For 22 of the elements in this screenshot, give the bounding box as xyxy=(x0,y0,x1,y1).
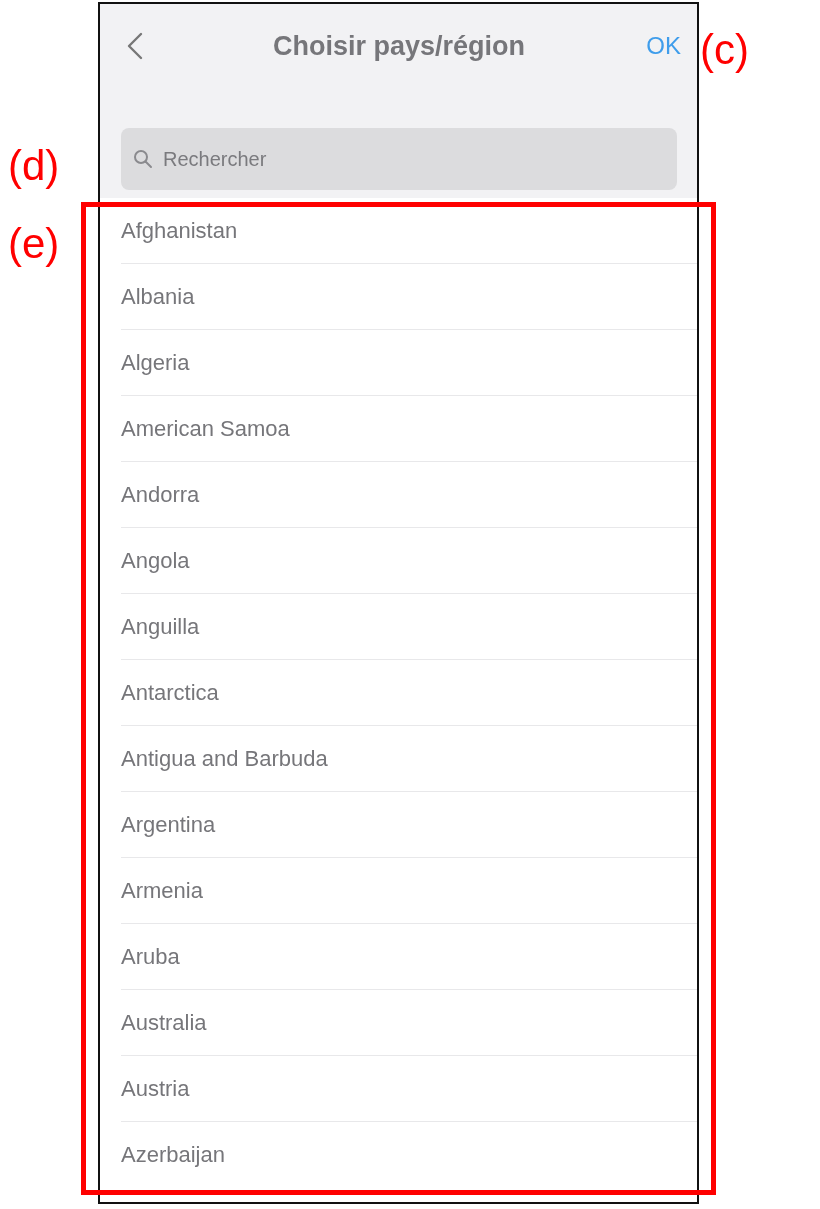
country-item[interactable]: Antarctica xyxy=(121,660,697,726)
country-item[interactable]: Angola xyxy=(121,528,697,594)
country-item[interactable]: Armenia xyxy=(121,858,697,924)
country-item[interactable]: Aruba xyxy=(121,924,697,990)
country-item[interactable]: Antigua and Barbuda xyxy=(121,726,697,792)
search-field[interactable]: Rechercher xyxy=(121,128,677,190)
country-item[interactable]: Afghanistan xyxy=(121,198,697,264)
country-item[interactable]: Albania xyxy=(121,264,697,330)
back-icon[interactable] xyxy=(127,32,143,60)
country-item[interactable]: Australia xyxy=(121,990,697,1056)
country-item[interactable]: Andorra xyxy=(121,462,697,528)
screen-title: Choisir pays/région xyxy=(272,30,526,62)
country-item[interactable]: Austria xyxy=(121,1056,697,1122)
country-item[interactable]: American Samoa xyxy=(121,396,697,462)
annotation-label: (d) xyxy=(8,141,60,191)
annotation-label: (e) xyxy=(8,219,60,269)
ok-button[interactable]: OK xyxy=(642,28,685,64)
annotation-label: (c) xyxy=(700,25,749,75)
country-item[interactable]: Azerbaijan xyxy=(121,1122,697,1188)
country-item[interactable]: Algeria xyxy=(121,330,697,396)
country-item[interactable]: Argentina xyxy=(121,792,697,858)
country-item[interactable]: Anguilla xyxy=(121,594,697,660)
